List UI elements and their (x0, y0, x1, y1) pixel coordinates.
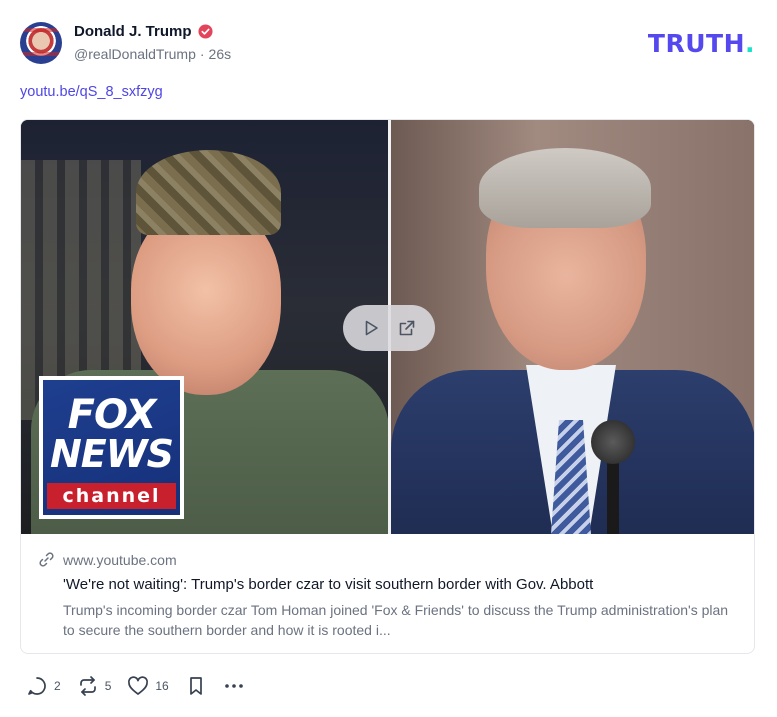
link-preview-body[interactable]: www.youtube.com 'We're not waiting': Tru… (21, 534, 754, 653)
microphone (591, 420, 635, 464)
reply-icon (28, 677, 46, 695)
link-preview-card[interactable]: FOX NEWS channel www.youtube.com 'We're … (20, 119, 755, 654)
post-time[interactable]: 26s (209, 46, 232, 62)
fox-news-logo: FOX NEWS channel (39, 376, 184, 519)
post-link[interactable]: youtu.be/qS_8_sxfzyg (20, 84, 163, 100)
retruth-button[interactable]: 5 (77, 675, 112, 697)
author-avatar[interactable] (20, 22, 62, 64)
video-controls-pill (343, 305, 435, 351)
fox-news-logo-panel: FOX NEWS channel (43, 380, 180, 515)
link-domain-row: www.youtube.com (38, 551, 177, 568)
post-actions: 2 5 16 (26, 674, 261, 698)
logo-dot: . (745, 29, 755, 58)
like-button[interactable]: 16 (127, 675, 169, 697)
thumbnail-right-photo (391, 120, 754, 534)
like-icon (128, 676, 149, 695)
reply-count: 2 (54, 679, 61, 693)
cap (136, 150, 281, 235)
retruth-count: 5 (104, 679, 112, 693)
author-meta: @realDonaldTrump · 26s (74, 46, 231, 62)
external-link-icon[interactable] (398, 319, 416, 337)
reply-button[interactable]: 2 (26, 675, 61, 697)
author-name[interactable]: Donald J. Trump (74, 23, 192, 40)
avatar-stripe (20, 52, 62, 56)
fox-logo-channel: channel (47, 483, 176, 509)
like-count: 16 (155, 679, 169, 693)
more-icon (224, 684, 243, 688)
truth-post: Donald J. Trump @realDonaldTrump · 26s TRU… (0, 0, 777, 717)
truth-logo[interactable]: TRUTH. (648, 29, 755, 58)
microphone-stand (607, 460, 619, 534)
video-thumbnail[interactable]: FOX NEWS channel (21, 120, 754, 534)
link-description: Trump's incoming border czar Tom Homan j… (63, 602, 729, 638)
author-name-row[interactable]: Donald J. Trump (74, 23, 213, 40)
bookmark-icon (189, 677, 202, 695)
logo-text: TRUTH (647, 29, 745, 58)
retruth-icon (79, 676, 96, 696)
fox-logo-line2: NEWS (49, 432, 174, 476)
link-title[interactable]: 'We're not waiting': Trump's border czar… (63, 576, 593, 593)
bookmark-button[interactable] (185, 675, 207, 697)
verified-badge-icon (197, 24, 213, 39)
link-icon (39, 552, 54, 567)
meta-separator: · (199, 46, 205, 62)
play-icon[interactable] (362, 319, 380, 337)
avatar-stripe (20, 28, 62, 32)
more-button[interactable] (223, 675, 245, 697)
author-handle[interactable]: @realDonaldTrump (74, 46, 196, 62)
hair (479, 148, 651, 228)
link-domain: www.youtube.com (63, 551, 177, 568)
